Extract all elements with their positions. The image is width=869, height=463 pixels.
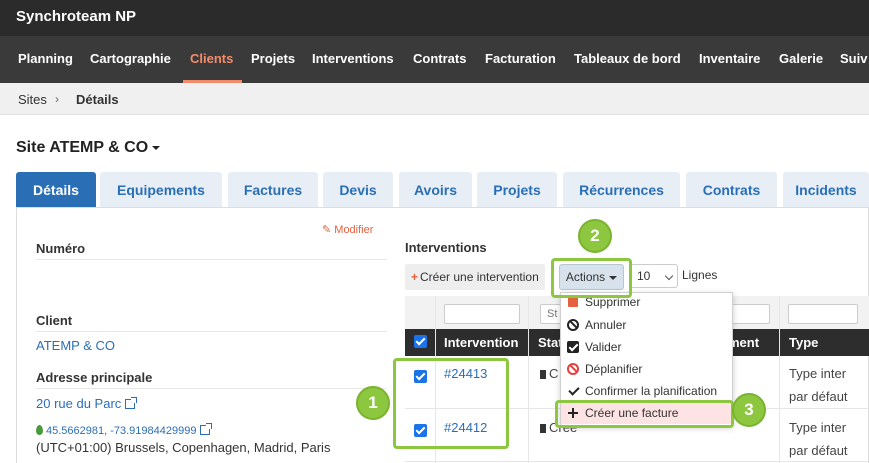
- address-label: Adresse principale: [36, 370, 153, 385]
- nav-planning[interactable]: Planning: [18, 51, 73, 66]
- create-intervention-button[interactable]: + Créer une intervention: [405, 264, 545, 290]
- modifier-label: Modifier: [334, 224, 374, 236]
- column-status[interactable]: Stat: [538, 335, 563, 350]
- highlight-box-step3: [555, 400, 734, 428]
- nav-interventions[interactable]: Interventions: [312, 51, 394, 66]
- nav-tableaux-de-bord[interactable]: Tableaux de bord: [574, 51, 681, 66]
- highlight-box-step1: [393, 358, 509, 449]
- tab-details[interactable]: Détails: [16, 172, 96, 208]
- type-cell-line2: par défaut: [789, 443, 848, 458]
- nav-facturation[interactable]: Facturation: [485, 51, 556, 66]
- nav-clients[interactable]: Clients: [190, 51, 233, 66]
- caret-down-icon: [152, 145, 161, 150]
- menu-item-confirmer-planification[interactable]: Confirmer la planification: [561, 380, 732, 402]
- breadcrumb-sites[interactable]: Sites: [18, 92, 47, 107]
- menu-item-label: Déplanifier: [585, 362, 643, 376]
- menu-item-label: Valider: [585, 340, 622, 354]
- map-pin-icon: [36, 425, 43, 435]
- divider: [36, 331, 386, 332]
- client-label: Client: [36, 313, 73, 328]
- tab-avoirs[interactable]: Avoirs: [399, 172, 472, 208]
- external-link-icon: [200, 423, 213, 435]
- nav-suivi[interactable]: Suiv: [840, 51, 867, 66]
- menu-item-valider[interactable]: Valider: [561, 336, 732, 358]
- filter-status-placeholder: St: [547, 308, 558, 320]
- tab-factures[interactable]: Factures: [228, 172, 318, 208]
- address-text: 20 rue du Parc: [36, 396, 122, 411]
- address-link[interactable]: 20 rue du Parc: [36, 396, 138, 411]
- tab-equipements[interactable]: Equipements: [100, 172, 222, 208]
- step-badge-1: 1: [356, 386, 390, 420]
- tab-devis[interactable]: Devis: [323, 172, 393, 208]
- type-cell-line1: Type inter: [789, 366, 847, 381]
- check-square-icon: [567, 341, 579, 353]
- page-size-value: 10: [637, 269, 651, 283]
- tab-projets[interactable]: Projets: [477, 172, 557, 208]
- ban-red-icon: [567, 363, 579, 375]
- status-cell: C: [540, 366, 558, 381]
- plus-icon: +: [411, 270, 419, 284]
- client-link[interactable]: ATEMP & CO: [36, 338, 115, 353]
- page-title[interactable]: Site ATEMP & CO: [16, 139, 161, 157]
- pencil-icon: ✎: [322, 224, 335, 236]
- breadcrumb: Sites › Détails: [0, 83, 869, 115]
- highlight-box-step2: [551, 258, 632, 298]
- external-link-icon: [125, 397, 138, 409]
- breadcrumb-current: Détails: [76, 92, 119, 107]
- nav-galerie[interactable]: Galerie: [779, 51, 823, 66]
- lignes-label: Lignes: [682, 268, 718, 282]
- step-badge-3: 3: [732, 393, 766, 427]
- app-title[interactable]: Synchroteam NP: [16, 8, 136, 25]
- pin-icon: [540, 370, 546, 379]
- nav-projets[interactable]: Projets: [251, 51, 295, 66]
- menu-item-label: Confirmer la planification: [585, 384, 718, 398]
- tab-bar: Détails Equipements Factures Devis Avoir…: [16, 172, 869, 208]
- tab-incidents[interactable]: Incidents: [783, 172, 869, 208]
- create-intervention-label: Créer une intervention: [420, 270, 539, 284]
- type-cell-line1: Type inter: [789, 420, 847, 435]
- column-divider: [779, 296, 780, 463]
- column-type[interactable]: Type: [789, 335, 818, 350]
- chevron-right-icon: ›: [55, 92, 59, 106]
- divider: [36, 388, 386, 389]
- filter-intervention-input[interactable]: [444, 304, 520, 324]
- tab-contrats[interactable]: Contrats: [686, 172, 777, 208]
- coords-text: 45.5662981, -73.91984429999: [46, 425, 197, 437]
- timezone-text: (UTC+01:00) Brussels, Copenhagen, Madrid…: [36, 440, 331, 455]
- nav-cartographie[interactable]: Cartographie: [90, 51, 171, 66]
- chevron-down-icon: [664, 271, 674, 281]
- check-icon: [567, 385, 579, 397]
- column-divider: [528, 296, 529, 463]
- ban-icon: [567, 319, 579, 331]
- tab-recurrences[interactable]: Récurrences: [563, 172, 680, 208]
- column-intervention[interactable]: Intervention: [444, 335, 518, 350]
- menu-item-label: Annuler: [585, 318, 627, 332]
- pin-icon: [540, 424, 546, 433]
- menu-item-deplanifier[interactable]: Déplanifier: [561, 358, 732, 380]
- app-header: Synchroteam NP: [0, 0, 869, 36]
- nav-contrats[interactable]: Contrats: [413, 51, 466, 66]
- coords-link[interactable]: 45.5662981, -73.91984429999: [36, 422, 213, 437]
- page-title-text: Site ATEMP & CO: [16, 139, 149, 156]
- divider: [36, 259, 386, 260]
- nav-inventaire[interactable]: Inventaire: [699, 51, 760, 66]
- main-nav: Planning Cartographie Clients Projets In…: [0, 36, 869, 83]
- menu-item-annuler[interactable]: Annuler: [561, 314, 732, 336]
- interventions-title: Interventions: [405, 240, 487, 255]
- filter-type-input[interactable]: [788, 304, 858, 324]
- select-all-checkbox[interactable]: [414, 335, 427, 348]
- modifier-link[interactable]: ✎ Modifier: [322, 223, 373, 236]
- type-cell-line2: par défaut: [789, 389, 848, 404]
- status-text: C: [549, 366, 559, 381]
- numero-label: Numéro: [36, 241, 86, 256]
- page-size-select[interactable]: 10: [630, 264, 678, 288]
- step-badge-2: 2: [578, 219, 612, 253]
